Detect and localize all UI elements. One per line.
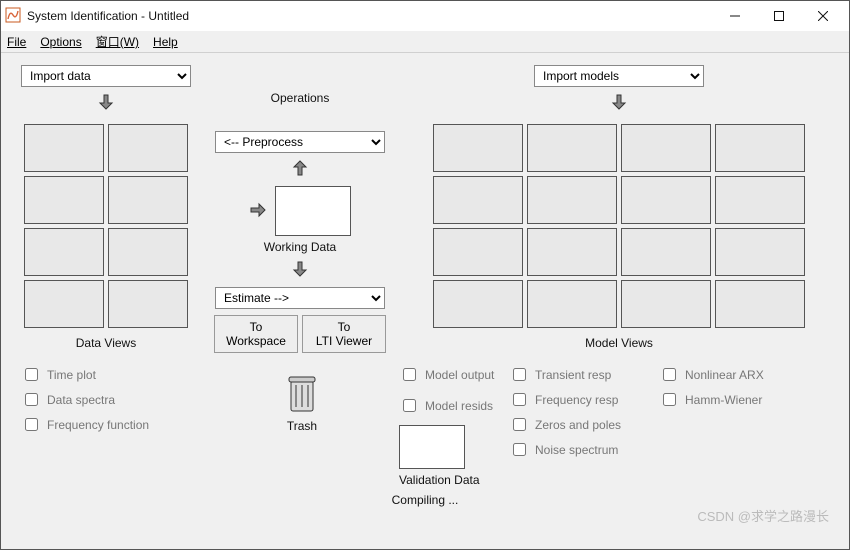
model-slot[interactable] [715, 228, 805, 276]
model-slot[interactable] [715, 280, 805, 328]
model-slot[interactable] [527, 124, 617, 172]
model-slot[interactable] [621, 124, 711, 172]
menu-file[interactable]: File [7, 35, 26, 49]
model-column: Import models Model Views [403, 65, 835, 353]
arrow-down-icon [610, 93, 628, 114]
working-data-slot[interactable] [275, 186, 351, 236]
check-zeros-poles[interactable]: Zeros and poles [509, 415, 653, 434]
model-views-label: Model Views [585, 336, 653, 350]
menu-help[interactable]: Help [153, 35, 178, 49]
model-slot[interactable] [527, 280, 617, 328]
trash-icon [285, 375, 319, 415]
arrow-down-icon [97, 93, 115, 114]
data-slot[interactable] [108, 228, 188, 276]
minimize-button[interactable] [713, 1, 757, 31]
model-slot[interactable] [715, 124, 805, 172]
check-transient[interactable]: Transient resp [509, 365, 653, 384]
estimate-combo[interactable]: Estimate --> [215, 287, 385, 309]
menu-window[interactable]: 窗口(W) [96, 33, 139, 50]
working-data-label: Working Data [264, 240, 336, 254]
preprocess-combo[interactable]: <-- Preprocess [215, 131, 385, 153]
check-model-resids[interactable]: Model resids [399, 396, 493, 415]
operations-label: Operations [271, 91, 330, 105]
model-slot[interactable] [621, 280, 711, 328]
arrow-down-icon [291, 260, 309, 281]
data-column: Import data Data Views [15, 65, 197, 353]
trash-label: Trash [287, 419, 317, 433]
model-board [433, 124, 805, 328]
trash-area[interactable]: Trash [285, 375, 319, 433]
model-slot[interactable] [527, 176, 617, 224]
data-views-checks: Time plot Data spectra Frequency functio… [15, 359, 211, 487]
app-window: System Identification - Untitled File Op… [0, 0, 850, 550]
operations-column: Operations <-- Preprocess Working Data E… [209, 65, 391, 353]
check-model-output[interactable]: Model output [399, 365, 494, 384]
model-slot[interactable] [621, 176, 711, 224]
close-button[interactable] [801, 1, 845, 31]
data-slot[interactable] [24, 124, 104, 172]
data-slot[interactable] [108, 280, 188, 328]
validation-data-label: Validation Data [399, 473, 480, 487]
data-views-label: Data Views [76, 336, 136, 350]
arrow-right-icon [249, 201, 267, 222]
maximize-button[interactable] [757, 1, 801, 31]
check-hamm-wiener[interactable]: Hamm-Wiener [659, 390, 835, 409]
to-lti-viewer-button[interactable]: To LTI Viewer [302, 315, 386, 353]
model-slot[interactable] [433, 176, 523, 224]
model-slot[interactable] [433, 280, 523, 328]
data-board [24, 124, 188, 328]
model-slot[interactable] [433, 228, 523, 276]
menu-options[interactable]: Options [40, 35, 81, 49]
import-models-combo[interactable]: Import models [534, 65, 704, 87]
watermark: CSDN @求学之路漫长 [697, 506, 829, 525]
data-slot[interactable] [108, 176, 188, 224]
client-area: Import data Data Views Operations <-- Pr… [1, 53, 849, 549]
import-data-combo[interactable]: Import data [21, 65, 191, 87]
model-slot[interactable] [433, 124, 523, 172]
data-slot[interactable] [24, 280, 104, 328]
check-time-plot[interactable]: Time plot [21, 365, 211, 384]
check-data-spectra[interactable]: Data spectra [21, 390, 211, 409]
model-slot[interactable] [621, 228, 711, 276]
check-noise[interactable]: Noise spectrum [509, 440, 653, 459]
check-frequency[interactable]: Frequency resp [509, 390, 653, 409]
check-nonlinear-arx[interactable]: Nonlinear ARX [659, 365, 835, 384]
check-freq-func[interactable]: Frequency function [21, 415, 211, 434]
data-slot[interactable] [24, 228, 104, 276]
window-title: System Identification - Untitled [27, 9, 713, 23]
menubar: File Options 窗口(W) Help [1, 31, 849, 53]
arrow-up-icon [291, 159, 309, 180]
to-workspace-button[interactable]: To Workspace [214, 315, 298, 353]
model-slot[interactable] [527, 228, 617, 276]
data-slot[interactable] [108, 124, 188, 172]
model-slot[interactable] [715, 176, 805, 224]
validation-data-slot[interactable] [399, 425, 465, 469]
app-icon [5, 7, 21, 26]
data-slot[interactable] [24, 176, 104, 224]
titlebar: System Identification - Untitled [1, 1, 849, 31]
